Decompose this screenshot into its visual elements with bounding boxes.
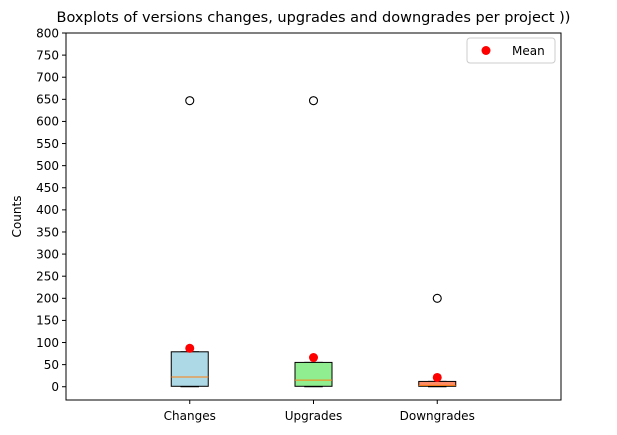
- outlier-point: [308, 96, 319, 106]
- legend: Mean: [466, 37, 556, 64]
- y-axis-label: Counts: [10, 196, 24, 238]
- legend-mean-label: Mean: [512, 44, 545, 58]
- box-body: [294, 361, 333, 387]
- boxes-group: [170, 96, 457, 388]
- x-axis: Changes Upgrades Downgrades: [164, 400, 475, 423]
- x-tick-label: Downgrades: [400, 409, 475, 423]
- y-tick-label: 200: [36, 292, 59, 306]
- mean-point: [432, 372, 442, 382]
- box-changes: [170, 96, 209, 388]
- y-tick-label: 350: [36, 225, 59, 239]
- legend-mean-marker: [481, 46, 491, 55]
- outlier-point: [432, 293, 442, 303]
- y-tick-label: 500: [36, 159, 59, 173]
- y-tick-label: 250: [36, 269, 59, 283]
- y-tick-label: 400: [36, 203, 59, 217]
- y-tick-label: 450: [36, 181, 59, 195]
- y-tick-label: 600: [36, 115, 59, 129]
- y-tick-label: 0: [51, 380, 59, 394]
- y-tick-label: 300: [36, 247, 59, 261]
- y-tick-label: 700: [36, 71, 59, 85]
- y-tick-label: 150: [36, 314, 59, 328]
- x-tick-label: Upgrades: [285, 409, 343, 423]
- box-upgrades: [294, 96, 333, 388]
- y-tick-label: 100: [36, 336, 59, 350]
- x-tick-label: Changes: [164, 409, 216, 423]
- outlier-point: [185, 96, 195, 106]
- mean-point: [185, 343, 195, 353]
- chart-canvas: Boxplots of versions changes, upgrades a…: [10, 10, 571, 423]
- y-tick-label: 50: [44, 358, 59, 372]
- y-axis: 0 50 100 150 200 250 300 350 400 450 500 550 600 650 7…: [36, 26, 66, 394]
- y-tick-label: 650: [36, 93, 59, 107]
- mean-point: [309, 353, 318, 363]
- boxplot-chart: Boxplots of versions changes, upgrades a…: [0, 0, 617, 435]
- y-tick-label: 750: [36, 48, 59, 62]
- y-tick-label: 800: [36, 26, 59, 40]
- y-tick-label: 550: [36, 137, 59, 151]
- plot-frame: [65, 32, 562, 401]
- box-downgrades: [418, 293, 457, 388]
- box-body: [170, 351, 209, 387]
- chart-title: Boxplots of versions changes, upgrades a…: [57, 10, 571, 26]
